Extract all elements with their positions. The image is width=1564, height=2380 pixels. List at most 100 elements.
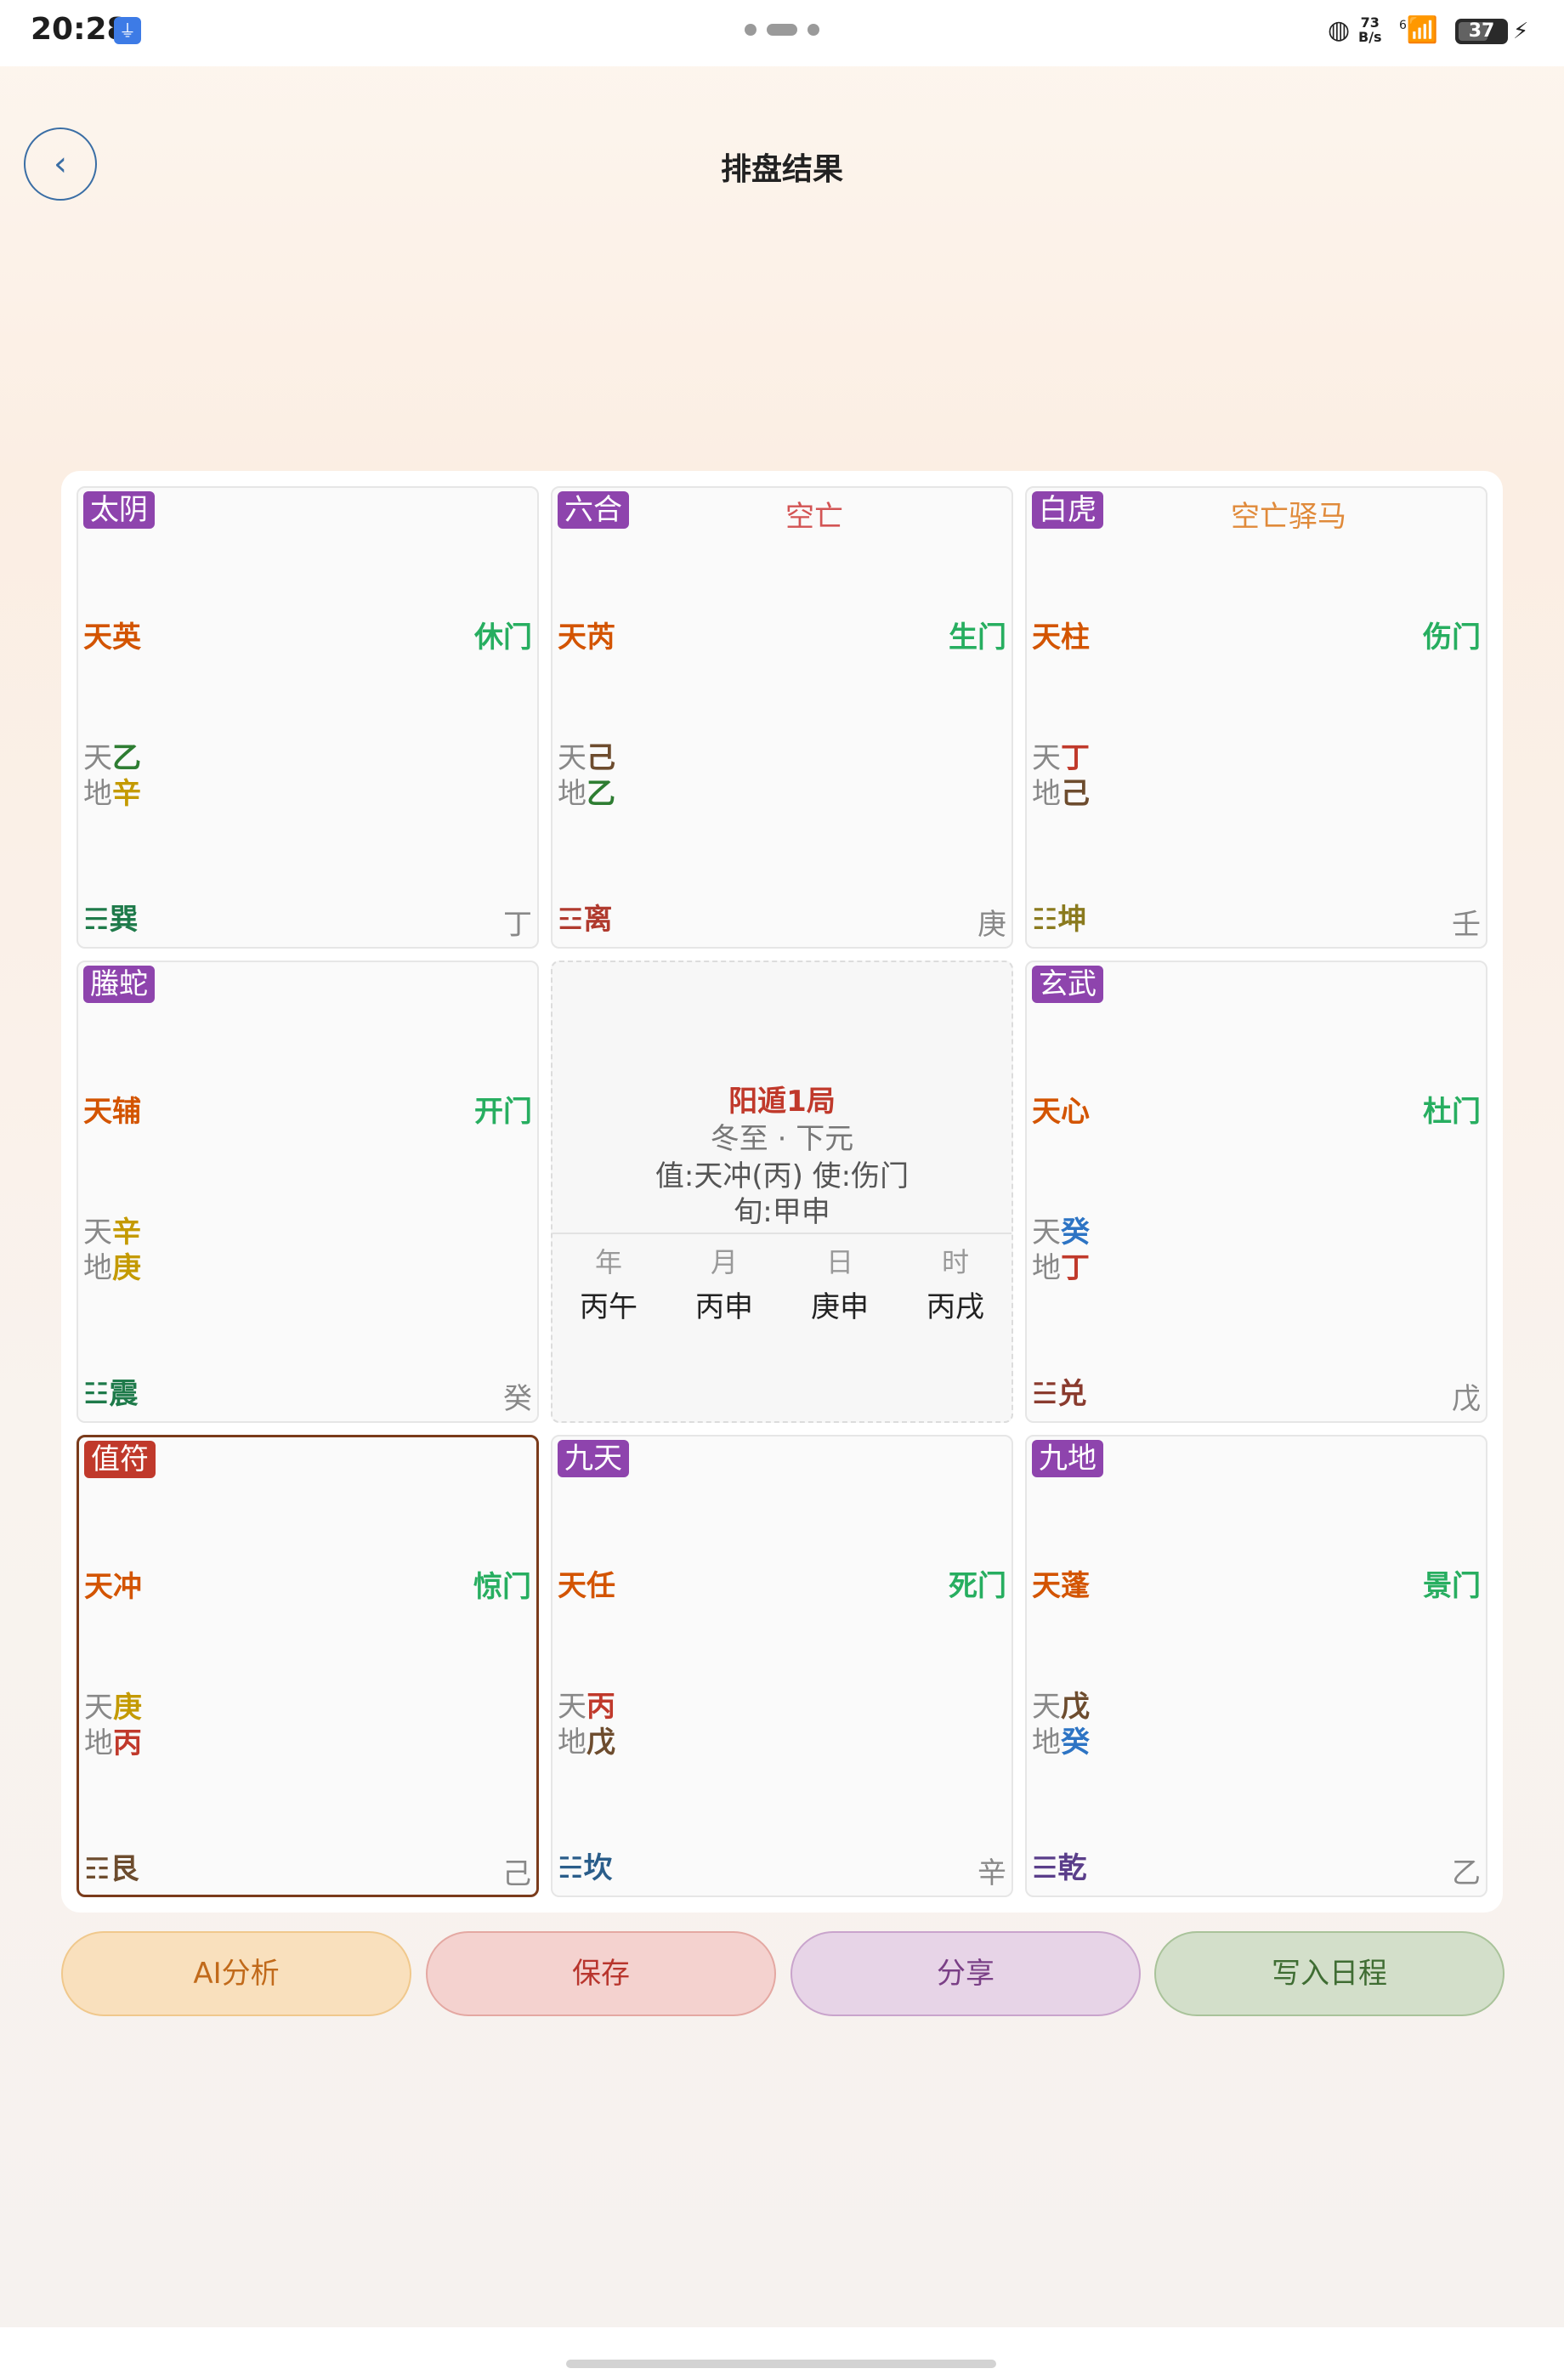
center-palace: 阳遁1局 冬至 · 下元 值:天冲(丙) 使:伤门 旬:甲申 年 丙午 月 丙申…	[551, 960, 1013, 1423]
earth-stem: 庚	[112, 1251, 141, 1285]
xun-label: 旬:甲申	[734, 1195, 830, 1229]
pillar-day: 日 庚申	[811, 1246, 869, 1324]
hidden-stem: 辛	[978, 1856, 1006, 1890]
earth-stem: 乙	[586, 777, 615, 811]
door-label: 惊门	[473, 1570, 531, 1604]
trigram-label: ☰乾	[1032, 1851, 1087, 1885]
spirit-badge: 九天	[558, 1440, 629, 1477]
earth-stem: 己	[1061, 777, 1090, 811]
spirit-badge: 螣蛇	[83, 966, 155, 1003]
status-icons: ◍ 73 B/s 6📶 37 ⚡	[1328, 14, 1540, 48]
star-label: 天英	[83, 620, 141, 654]
earth-stem: 癸	[1061, 1726, 1090, 1760]
earth-stem-line: 地丁	[1032, 1251, 1090, 1285]
trigram-label: ☵坎	[558, 1851, 613, 1885]
trigram-label: ☱兑	[1032, 1377, 1087, 1411]
star-label: 天心	[1032, 1095, 1090, 1129]
void-tag: 空亡	[785, 500, 843, 534]
palace-qian[interactable]: 九地 天蓬 景门 天戊 地癸 ☰乾 乙	[1025, 1435, 1488, 1897]
star-label: 天蓬	[1032, 1569, 1090, 1603]
trigram-kun-icon: ☷	[1032, 903, 1058, 937]
earth-stem: 辛	[112, 777, 141, 811]
qimen-board: 太阴 天英 休门 天乙 地辛 ☴巽 丁 六合 空亡 天芮 生门 天己 地乙 ☲离…	[61, 471, 1503, 1912]
void-horse-tag: 空亡驿马	[1231, 500, 1346, 534]
trigram-zhen-icon: ☳	[83, 1377, 110, 1411]
earth-stem-line: 地辛	[83, 777, 141, 811]
palace-kan[interactable]: 九天 天任 死门 天丙 地戊 ☵坎 辛	[551, 1435, 1013, 1897]
pillar-hour: 时 丙戌	[926, 1246, 984, 1324]
gesture-bar	[0, 2327, 1564, 2380]
spirit-badge: 玄武	[1032, 966, 1103, 1003]
trigram-gen-icon: ☶	[84, 1852, 110, 1886]
door-label: 伤门	[1423, 620, 1481, 654]
trigram-qian-icon: ☰	[1032, 1851, 1058, 1885]
share-button[interactable]: 分享	[790, 1931, 1141, 2016]
wifi-icon: 6📶	[1399, 15, 1439, 45]
palace-kun[interactable]: 白虎 空亡驿马 天柱 伤门 天丁 地己 ☷坤 壬	[1025, 486, 1488, 949]
home-indicator[interactable]	[566, 2360, 996, 2368]
spirit-badge: 白虎	[1032, 491, 1103, 529]
earth-stem-line: 地庚	[83, 1251, 141, 1285]
star-label: 天冲	[84, 1570, 142, 1604]
earth-stem-line: 地癸	[1032, 1726, 1090, 1760]
trigram-dui-icon: ☱	[1032, 1377, 1058, 1411]
trigram-label: ☴巽	[83, 903, 139, 937]
trigram-label: ☳震	[83, 1377, 139, 1411]
spirit-badge: 六合	[558, 491, 629, 529]
palace-gen[interactable]: 值符 天冲 惊门 天庚 地丙 ☶艮 己	[76, 1435, 539, 1897]
trigram-label: ☲离	[558, 903, 613, 937]
palace-dui[interactable]: 玄武 天心 杜门 天癸 地丁 ☱兑 戊	[1025, 960, 1488, 1423]
hidden-stem: 乙	[1452, 1856, 1481, 1890]
door-label: 生门	[949, 620, 1006, 654]
star-label: 天芮	[558, 620, 615, 654]
trigram-kan-icon: ☵	[558, 1851, 584, 1885]
hidden-stem: 庚	[978, 908, 1006, 942]
earth-stem-line: 地丙	[84, 1726, 142, 1760]
hidden-stem: 戊	[1452, 1382, 1481, 1416]
charging-icon: ⚡	[1513, 19, 1529, 44]
add-to-calendar-button[interactable]: 写入日程	[1154, 1931, 1504, 2016]
door-label: 休门	[474, 620, 532, 654]
spirit-badge: 太阴	[83, 491, 155, 529]
nfc-icon: ◍	[1328, 15, 1351, 45]
trigram-label: ☶艮	[84, 1852, 139, 1886]
hidden-stem: 丁	[503, 908, 532, 942]
ju-label: 阳遁1局	[728, 1085, 836, 1119]
hidden-stem: 癸	[503, 1382, 532, 1416]
hidden-stem: 己	[502, 1857, 531, 1891]
earth-stem-line: 地戊	[558, 1726, 615, 1760]
door-label: 开门	[474, 1095, 532, 1129]
palace-zhen[interactable]: 螣蛇 天辅 开门 天辛 地庚 ☳震 癸	[76, 960, 539, 1423]
hidden-stem: 壬	[1452, 908, 1481, 942]
door-label: 杜门	[1423, 1095, 1481, 1129]
window-handle[interactable]	[745, 24, 821, 36]
divider	[552, 1232, 1012, 1234]
battery-icon: 37	[1455, 19, 1508, 44]
save-button[interactable]: 保存	[426, 1931, 776, 2016]
trigram-label: ☷坤	[1032, 903, 1087, 937]
earth-stem: 丙	[113, 1726, 142, 1760]
door-label: 景门	[1423, 1569, 1481, 1603]
earth-stem: 戊	[586, 1726, 615, 1760]
trigram-xun-icon: ☴	[83, 903, 110, 937]
pillar-year: 年 丙午	[580, 1246, 638, 1324]
spirit-badge: 九地	[1032, 1440, 1103, 1477]
ai-analysis-button[interactable]: AI分析	[61, 1931, 411, 2016]
palace-xun[interactable]: 太阴 天英 休门 天乙 地辛 ☴巽 丁	[76, 486, 539, 949]
net-speed: 73 B/s	[1358, 14, 1382, 45]
star-label: 天柱	[1032, 620, 1090, 654]
star-label: 天辅	[83, 1095, 141, 1129]
spirit-badge-zhifu: 值符	[84, 1441, 156, 1478]
trigram-li-icon: ☲	[558, 903, 584, 937]
door-label: 死门	[949, 1569, 1006, 1603]
usb-icon: ⏚	[114, 17, 141, 44]
earth-stem-line: 地己	[1032, 777, 1090, 811]
status-bar: 20:28 ⏚ ◍ 73 B/s 6📶 37 ⚡	[0, 0, 1564, 66]
earth-stem-line: 地乙	[558, 777, 615, 811]
star-label: 天任	[558, 1569, 615, 1603]
page-title: 排盘结果	[720, 152, 843, 187]
pillar-month: 月 丙申	[695, 1246, 753, 1324]
palace-li[interactable]: 六合 空亡 天芮 生门 天己 地乙 ☲离 庚	[551, 486, 1013, 949]
earth-stem: 丁	[1061, 1251, 1090, 1285]
jieqi-label: 冬至 · 下元	[710, 1122, 854, 1156]
